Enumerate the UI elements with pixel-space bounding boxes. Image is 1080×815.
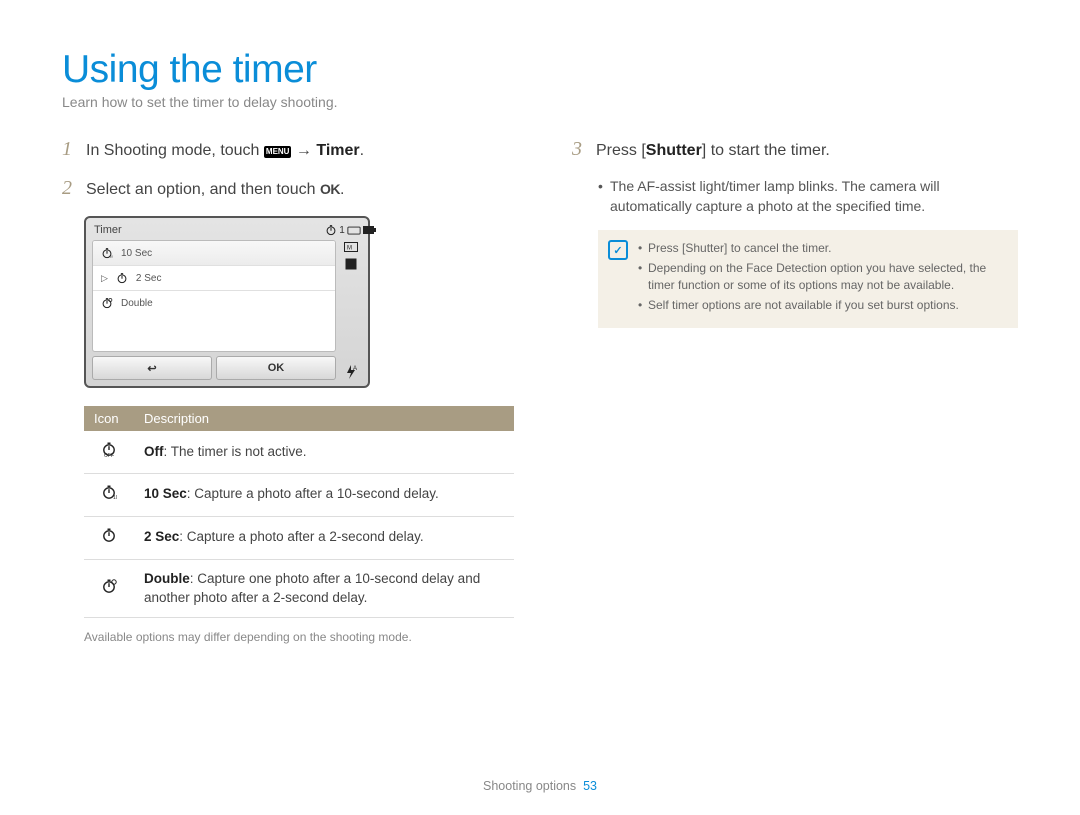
info1-post: ] to cancel the timer. [724,241,831,255]
table-row: OFF Off: The timer is not active. [84,431,514,473]
timer-off-icon: OFF [101,441,117,457]
table-row: 2 Sec: Capture a photo after a 2-second … [84,516,514,559]
camera-title: Timer [92,222,336,240]
camera-option-2sec: ▷ 2 Sec [93,266,335,291]
info1-pre: Press [ [648,241,685,255]
step3-post: ] to start the timer. [702,142,830,159]
camera-option-10sec: 10 10 Sec [93,241,335,266]
step-number: 2 [62,177,76,200]
camera-option-label: Double [121,298,153,309]
step2-end: . [340,181,344,198]
row-text: : Capture one photo after a 10-second de… [144,571,480,605]
svg-text:10: 10 [110,255,113,259]
footer-page-number: 53 [583,779,597,793]
step-3: 3 Press [Shutter] to start the timer. [572,138,1018,163]
row-bold: Off [144,444,164,459]
step3-bold: Shutter [646,142,702,159]
step-2: 2 Select an option, and then touch OK. [62,177,514,202]
svg-text:M: M [347,246,352,252]
info-item: Press [Shutter] to cancel the timer. [638,240,1004,257]
timer-status-icon [325,224,337,236]
step-number: 3 [572,138,586,161]
info-item: Depending on the Face Detection option y… [638,260,1004,294]
timer-10-icon: 10 [101,484,117,500]
info-item: Self timer options are not available if … [638,297,1004,314]
left-column: 1 In Shooting mode, touch MENU → Timer. … [62,138,514,644]
photo-size-icon: M [344,242,358,252]
timer-double-icon [101,578,117,594]
camera-ok-button: OK [216,356,336,380]
svg-text:A: A [353,366,357,372]
camera-option-double: Double [93,291,335,315]
table-header-desc: Description [134,406,514,431]
row-bold: Double [144,571,190,586]
timer-2-icon [116,272,128,284]
step1-end: . [360,142,364,159]
right-column: 3 Press [Shutter] to start the timer. Th… [572,138,1018,644]
battery-icon [363,226,377,234]
step1-arrow: → [296,142,316,159]
info-icon: ✓ [608,240,628,260]
camera-option-label: 2 Sec [136,273,162,284]
camera-side-icons: 1 M A [340,222,362,380]
icon-description-table: Icon Description OFF Off: The timer is n… [84,406,514,618]
info1-bold: Shutter [685,241,724,255]
step-number: 1 [62,138,76,161]
row-text: : Capture a photo after a 2-second delay… [179,529,423,544]
camera-option-label: 10 Sec [121,248,152,259]
timer-double-icon [101,297,113,309]
timer-2-icon [101,527,117,543]
camera-screen-mock: Timer 10 10 Sec ▷ 2 Sec Double [84,216,370,388]
table-row: 10 10 Sec: Capture a photo after a 10-se… [84,473,514,516]
page-subtitle: Learn how to set the timer to delay shoo… [62,94,1018,110]
info-note-box: ✓ Press [Shutter] to cancel the timer. D… [598,230,1018,328]
camera-side-num: 1 [339,225,345,236]
options-footnote: Available options may differ depending o… [84,630,514,644]
row-text: : Capture a photo after a 10-second dela… [187,486,439,501]
step2-text-pre: Select an option, and then touch [86,181,320,198]
step1-text-pre: In Shooting mode, touch [86,142,264,159]
step3-bullet: The AF-assist light/timer lamp blinks. T… [598,177,1018,216]
timer-10-icon: 10 [101,247,113,259]
page-title: Using the timer [62,48,1018,92]
step-1: 1 In Shooting mode, touch MENU → Timer. [62,138,514,163]
menu-icon: MENU [264,146,292,158]
camera-back-button: ↩ [92,356,212,380]
quality-icon [345,258,357,270]
shot-count-icon [347,226,361,235]
row-bold: 10 Sec [144,486,187,501]
page-footer: Shooting options 53 [0,779,1080,793]
flash-icon: A [345,364,357,380]
camera-options-list: 10 10 Sec ▷ 2 Sec Double [92,240,336,352]
table-row: Double: Capture one photo after a 10-sec… [84,559,514,618]
svg-text:10: 10 [113,495,117,500]
row-bold: 2 Sec [144,529,179,544]
row-text: : The timer is not active. [164,444,307,459]
table-header-icon: Icon [84,406,134,431]
step3-pre: Press [ [596,142,646,159]
ok-icon: OK [320,181,340,197]
footer-section: Shooting options [483,779,576,793]
step1-bold: Timer [316,142,359,159]
svg-text:OFF: OFF [104,453,114,457]
